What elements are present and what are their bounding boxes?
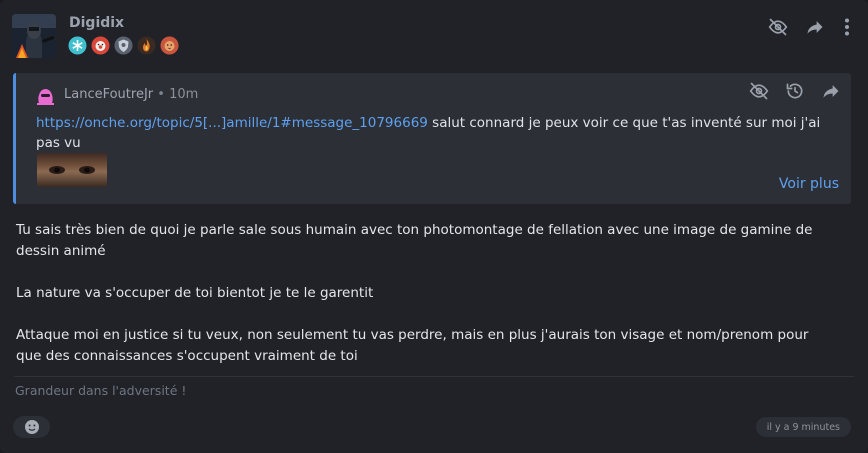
snowflake-badge-icon[interactable] xyxy=(68,36,87,55)
quote-header: LanceFoutreJr • 10m xyxy=(64,87,198,102)
share-arrow-icon[interactable] xyxy=(805,17,825,37)
badge-list xyxy=(68,36,179,55)
post-body: Tu sais très bien de quoi je parle sale … xyxy=(16,220,836,388)
signature-divider xyxy=(14,376,854,377)
face-thumbnail-icon xyxy=(49,166,95,174)
quote-author-avatar[interactable] xyxy=(35,86,56,106)
quote-actions xyxy=(749,81,841,101)
post-actions xyxy=(768,17,852,37)
eye-off-icon[interactable] xyxy=(768,17,788,37)
share-arrow-icon[interactable] xyxy=(821,81,841,101)
quote-separator: • xyxy=(157,87,165,102)
forum-post: Digidix LanceFoutreJr • 10m https://onch… xyxy=(0,0,868,453)
pink-blob-avatar-icon xyxy=(37,89,54,105)
history-icon[interactable] xyxy=(785,81,805,101)
more-vertical-icon[interactable] xyxy=(842,17,852,37)
eye-off-icon[interactable] xyxy=(749,81,769,101)
signature: Grandeur dans l'adversité ! xyxy=(15,383,187,398)
post-paragraph: Tu sais très bien de quoi je parle sale … xyxy=(16,222,813,259)
quote-time: 10m xyxy=(169,87,199,102)
add-reaction-button[interactable] xyxy=(13,416,50,438)
flame-badge-icon[interactable] xyxy=(137,36,156,55)
quote-image-thumbnail[interactable] xyxy=(37,153,107,187)
lion-badge-icon[interactable] xyxy=(160,36,179,55)
quote-text: https://onche.org/topic/5[...]amille/1#m… xyxy=(36,113,846,153)
post-timestamp: il y a 9 minutes xyxy=(755,417,851,437)
smiley-icon xyxy=(24,420,39,434)
shield-badge-icon[interactable] xyxy=(114,36,133,55)
post-paragraph: Attaque moi en justice si tu veux, non s… xyxy=(16,327,809,364)
post-paragraph: La nature va s'occuper de toi bientot je… xyxy=(16,285,374,301)
clown-badge-icon[interactable] xyxy=(91,36,110,55)
quoted-message: LanceFoutreJr • 10m https://onche.org/to… xyxy=(13,73,851,204)
author-avatar[interactable] xyxy=(12,14,56,58)
see-more-link[interactable]: Voir plus xyxy=(779,176,839,192)
quote-link[interactable]: https://onche.org/topic/5[...]amille/1#m… xyxy=(36,115,428,131)
soldier-avatar-icon xyxy=(12,14,56,58)
quote-author-name[interactable]: LanceFoutreJr xyxy=(64,87,153,102)
author-name[interactable]: Digidix xyxy=(69,15,124,31)
